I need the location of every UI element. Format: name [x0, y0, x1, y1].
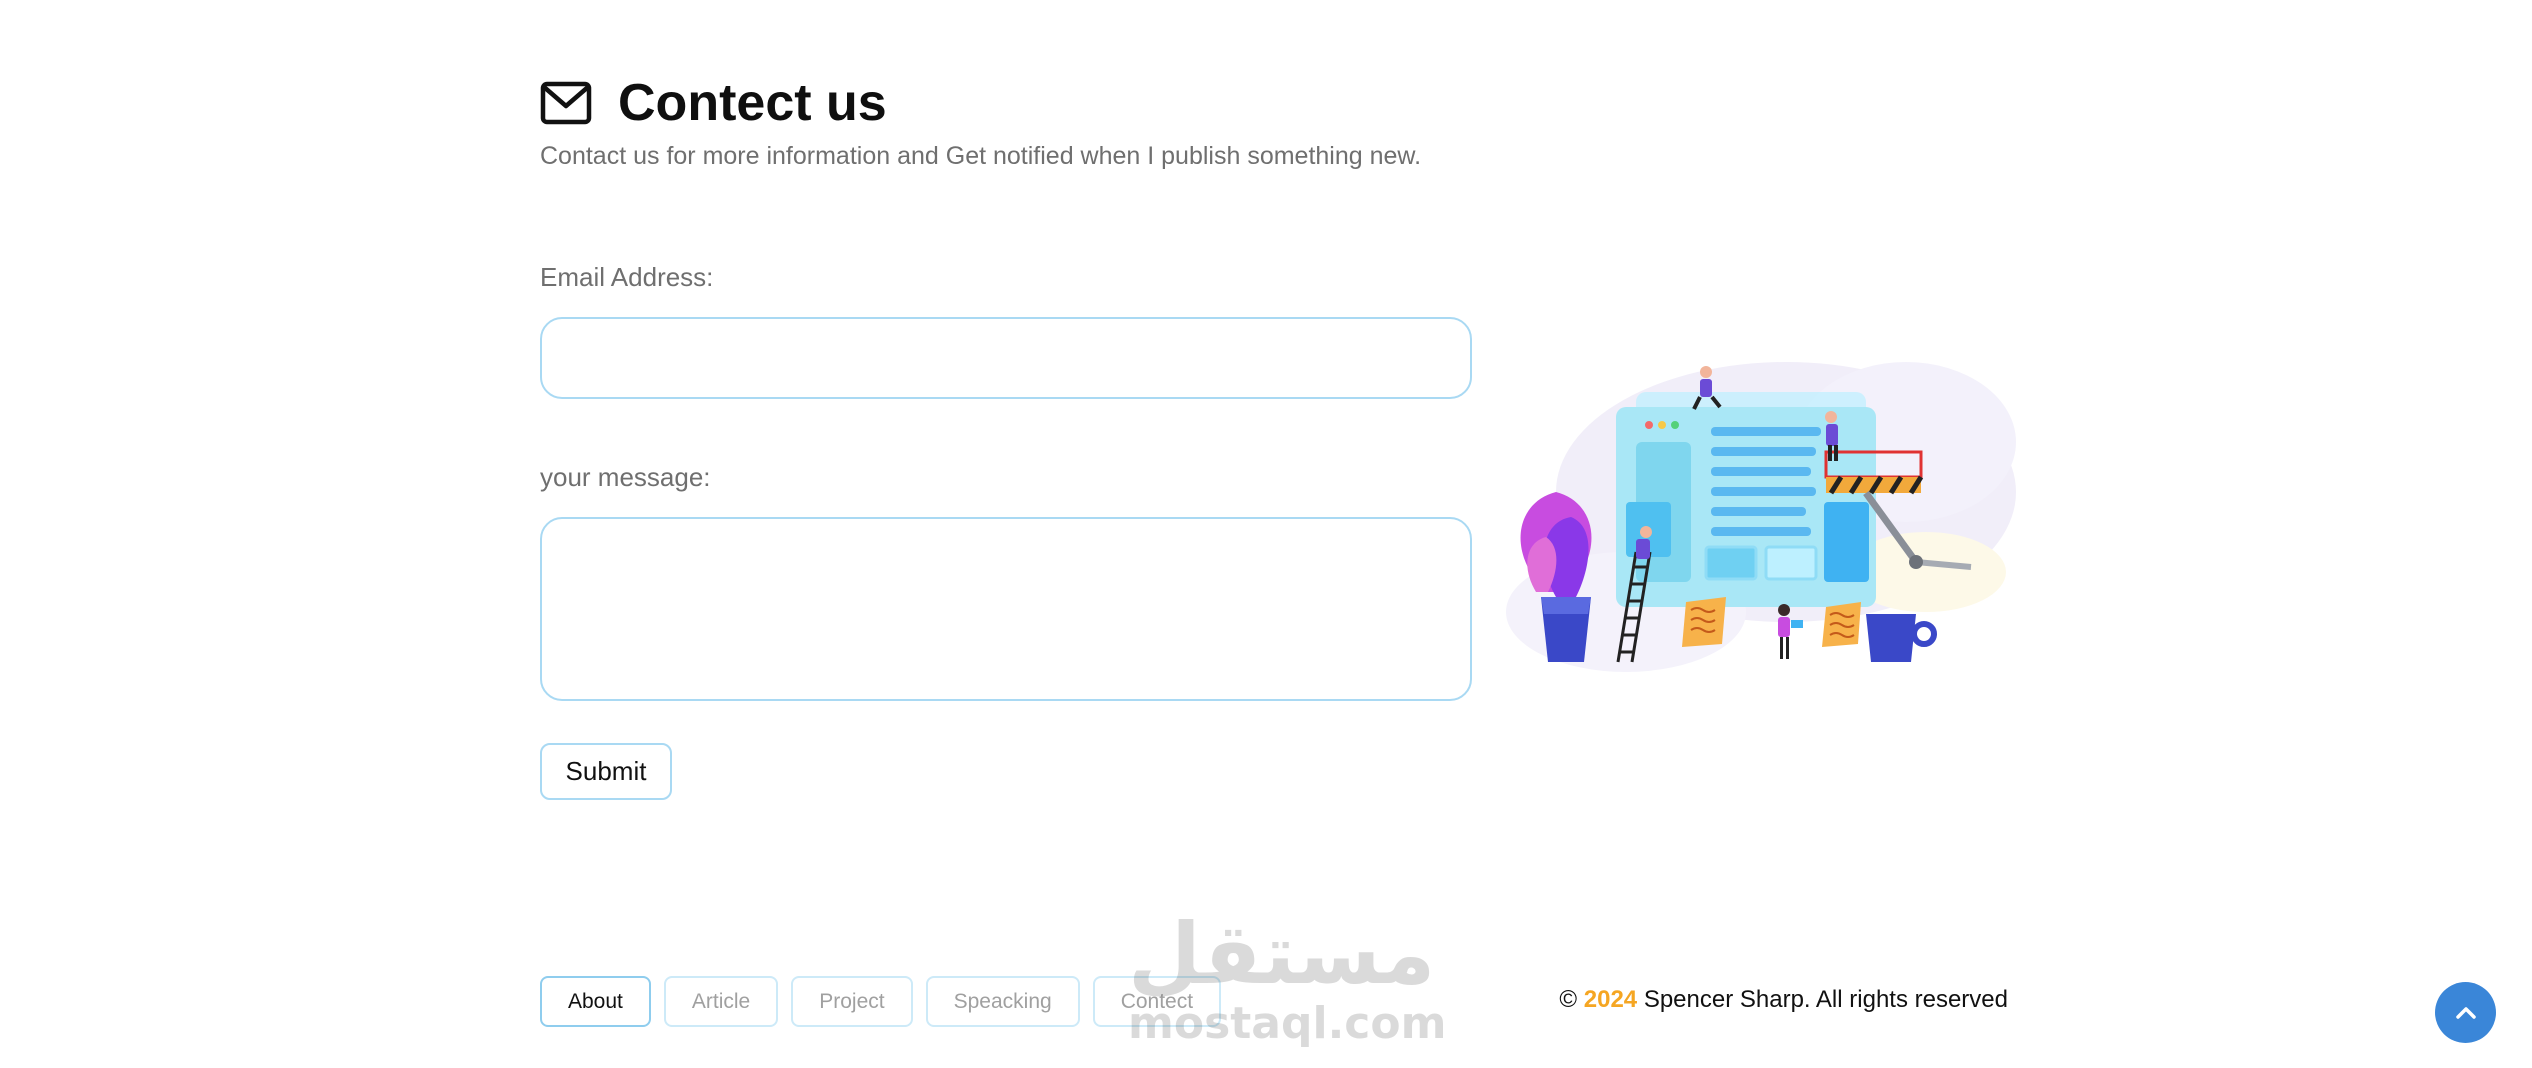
page-subtitle: Contact us for more information and Get …: [540, 142, 1422, 170]
copyright: © 2024 Spencer Sharp. All rights reserve…: [1559, 986, 2008, 1014]
copyright-text: Spencer Sharp. All rights reserved: [1643, 986, 2008, 1013]
copyright-year: 2024: [1583, 986, 1638, 1013]
footer-nav: About Article Project Speacking Contect: [540, 976, 1222, 1027]
copyright-symbol: ©: [1559, 986, 1578, 1013]
website-building-illustration: [1506, 362, 2016, 672]
envelope-icon: [540, 81, 592, 125]
footer-nav-article[interactable]: Article: [663, 976, 779, 1027]
page-title: Contect us: [618, 74, 887, 132]
email-field[interactable]: [540, 317, 1472, 399]
contact-page: Contect us Contact us for more informati…: [0, 0, 2532, 1068]
footer-nav-speaking[interactable]: Speacking: [925, 976, 1080, 1027]
footer-nav-contact[interactable]: Contect: [1092, 976, 1222, 1027]
page-header: Contect us: [540, 70, 887, 136]
message-field[interactable]: [540, 517, 1472, 701]
chevron-up-icon: [2455, 1006, 2476, 1019]
scroll-to-top-button[interactable]: [2435, 982, 2496, 1043]
message-label: your message:: [540, 462, 711, 492]
submit-button[interactable]: Submit: [540, 743, 672, 800]
footer-nav-project[interactable]: Project: [791, 976, 913, 1027]
footer-nav-about[interactable]: About: [540, 976, 651, 1027]
email-label: Email Address:: [540, 262, 714, 292]
